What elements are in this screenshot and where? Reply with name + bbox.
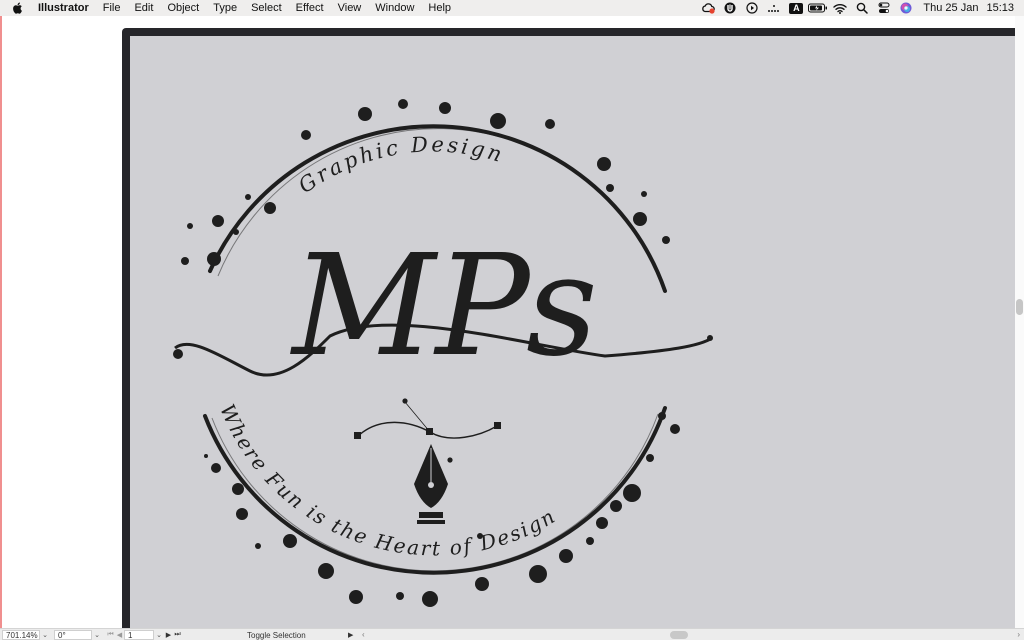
menu-view[interactable]: View: [331, 0, 369, 16]
app-menu: Illustrator File Edit Object Type Select…: [32, 0, 458, 16]
search-icon[interactable]: [851, 0, 873, 16]
artboard-number-field[interactable]: 1: [124, 630, 154, 640]
last-artboard-icon[interactable]: ⏭: [173, 631, 182, 639]
menu-object[interactable]: Object: [160, 0, 206, 16]
tool-status-text: Toggle Selection: [247, 630, 306, 640]
menubar-clock[interactable]: Thu 25 Jan 15:13: [917, 2, 1024, 14]
zoom-dropdown-icon[interactable]: ⌄: [40, 631, 50, 639]
play-icon[interactable]: [741, 0, 763, 16]
window-edge-marker: [0, 16, 2, 628]
top-arc-textpath: Graphic Design: [294, 132, 504, 198]
input-source-icon[interactable]: A: [785, 0, 807, 16]
rotation-control[interactable]: 0° ⌄: [54, 630, 102, 640]
zoom-value: 701.14%: [6, 630, 38, 640]
top-arc-text: Graphic Design: [294, 132, 507, 198]
rotation-field[interactable]: 0°: [54, 630, 92, 640]
artboard-navigator: ⏮ ◀ 1 ⌄ ▶ ⏭: [106, 630, 182, 640]
wifi-icon[interactable]: [829, 0, 851, 16]
battery-icon[interactable]: [807, 0, 829, 16]
bottom-arc-textpath: Where Fun is the Heart of Design: [215, 400, 558, 560]
pen-nib-icon: [414, 444, 448, 524]
menu-select[interactable]: Select: [244, 0, 289, 16]
vertical-scrollbar[interactable]: [1015, 16, 1024, 628]
status-info[interactable]: Toggle Selection: [247, 630, 306, 640]
dots-icon[interactable]: [763, 0, 785, 16]
status-menus: A Thu 25 Jan 15:13: [697, 0, 1024, 16]
artboard-canvas[interactable]: Graphic Design Where Fun is the Heart of…: [130, 36, 1015, 628]
menubar-date: Thu 25 Jan: [923, 2, 979, 14]
creative-cloud-icon[interactable]: [697, 0, 719, 16]
horizontal-scroll-thumb[interactable]: [670, 631, 688, 639]
next-artboard-icon[interactable]: ▶: [164, 631, 173, 639]
rotation-value: 0°: [58, 630, 66, 640]
scroll-left-icon[interactable]: ‹: [362, 630, 365, 639]
first-artboard-icon[interactable]: ⏮: [106, 631, 115, 639]
menu-app-name[interactable]: Illustrator: [32, 0, 96, 16]
flourish-dot-right: [707, 335, 713, 341]
menu-effect[interactable]: Effect: [289, 0, 331, 16]
vertical-scroll-thumb[interactable]: [1016, 299, 1023, 315]
zoom-field[interactable]: 701.14%: [2, 630, 40, 640]
menu-bar: Illustrator File Edit Object Type Select…: [0, 0, 1024, 16]
menu-help[interactable]: Help: [421, 0, 458, 16]
zoom-control[interactable]: 701.14% ⌄: [2, 630, 50, 640]
menu-file[interactable]: File: [96, 0, 128, 16]
status-bar: 701.14% ⌄ 0° ⌄ ⏮ ◀ 1 ⌄ ▶ ⏭ Toggle Select…: [0, 628, 1024, 640]
menubar-time: 15:13: [986, 2, 1014, 14]
input-source-label: A: [789, 2, 804, 14]
bottom-arc-text: Where Fun is the Heart of Design: [215, 400, 560, 560]
flourish-dot-left: [173, 349, 183, 359]
previous-artboard-icon[interactable]: ◀: [115, 631, 124, 639]
menu-edit[interactable]: Edit: [127, 0, 160, 16]
torrent-icon[interactable]: [719, 0, 741, 16]
status-menu-arrow-icon[interactable]: ▶: [348, 630, 353, 640]
apple-menu-icon[interactable]: [12, 2, 32, 14]
menu-window[interactable]: Window: [368, 0, 421, 16]
monogram-text: MPs: [289, 225, 598, 388]
horizontal-scrollbar[interactable]: ‹ ›: [360, 630, 1024, 640]
scroll-right-icon[interactable]: ›: [1017, 630, 1020, 639]
menu-type[interactable]: Type: [206, 0, 244, 16]
rotation-dropdown-icon[interactable]: ⌄: [92, 631, 102, 639]
artboard-number: 1: [128, 630, 133, 640]
siri-icon[interactable]: [895, 0, 917, 16]
control-center-icon[interactable]: [873, 0, 895, 16]
artboard-dropdown-icon[interactable]: ⌄: [154, 631, 164, 639]
logo-artwork[interactable]: Graphic Design Where Fun is the Heart of…: [130, 36, 1015, 628]
